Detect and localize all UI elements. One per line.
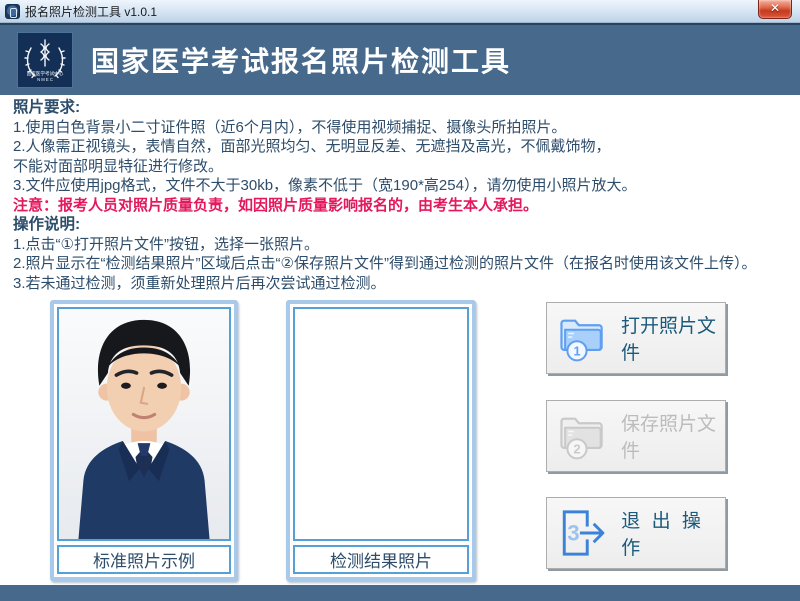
status-bar [0,585,800,601]
requirements-heading: 照片要求: [13,98,792,118]
result-photo-area [293,307,469,541]
open-photo-button[interactable]: 1 打开照片文件 [546,302,726,374]
svg-text:1: 1 [573,343,580,358]
sample-photo-frame: 标准照片示例 [50,300,238,581]
svg-text:N M E C: N M E C [37,77,53,82]
app-icon [5,4,20,19]
sample-photo [57,307,231,541]
nmec-emblem-icon: 国家医学考试中心 N M E C [19,34,71,86]
close-button[interactable]: ✕ [758,0,792,19]
svg-text:2: 2 [573,441,580,456]
requirement-line: 2.人像需正视镜头，表情自然，面部光照均匀、无明显反差、无遮挡及高光，不佩戴饰物… [13,137,792,157]
svg-text:国家医学考试中心: 国家医学考试中心 [27,70,64,77]
instruction-text-block: 照片要求: 1.使用白色背景小二寸证件照（近6个月内），不得使用视频捕捉、摄像头… [13,98,792,293]
requirement-line: 3.文件应使用jpg格式，文件不大于30kb，像素不低于（宽190*高254），… [13,176,792,196]
exit-arrow-icon: 3 [556,506,609,560]
requirement-line: 1.使用白色背景小二寸证件照（近6个月内），不得使用视频捕捉、摄像头所拍照片。 [13,118,792,138]
page-title: 国家医学考试报名照片检测工具 [91,40,511,80]
open-photo-button-label: 打开照片文件 [621,311,725,365]
save-photo-button-label: 保存照片文件 [621,409,725,463]
close-icon: ✕ [770,1,780,15]
sample-photo-label: 标准照片示例 [57,545,231,574]
titlebar[interactable]: 报名照片检测工具 v1.0.1 [0,0,800,23]
app-window: 报名照片检测工具 v1.0.1 ✕ 国家医学考试中心 N M E C 国家医学考… [0,0,800,601]
instructions-heading: 操作说明: [13,215,792,235]
instruction-line: 3.若未通过检测，须重新处理照片后再次尝试通过检测。 [13,274,792,294]
save-photo-button[interactable]: 2 保存照片文件 [546,400,726,472]
exit-button[interactable]: 3 退 出 操 作 [546,497,726,569]
nmec-logo: 国家医学考试中心 N M E C [17,32,73,88]
sample-portrait-image [59,309,229,539]
result-photo-frame: 检测结果照片 [286,300,476,581]
warning-note: 注意：报考人员对照片质量负责，如因照片质量影响报名的，由考生本人承担。 [13,196,792,216]
result-photo-label: 检测结果照片 [293,545,469,574]
save-folder-icon: 2 [556,410,609,462]
open-folder-icon: 1 [556,312,609,364]
instruction-line: 2.照片显示在“检测结果照片”区域后点击“②保存照片文件”得到通过检测的照片文件… [13,254,792,274]
window-title: 报名照片检测工具 v1.0.1 [25,3,157,20]
instruction-line: 1.点击“①打开照片文件”按钮，选择一张照片。 [13,235,792,255]
requirement-line: 不能对面部明显特征进行修改。 [13,157,792,177]
exit-button-label: 退 出 操 作 [621,506,725,560]
svg-text:3: 3 [567,520,579,545]
header-banner: 国家医学考试中心 N M E C 国家医学考试报名照片检测工具 [0,23,800,95]
